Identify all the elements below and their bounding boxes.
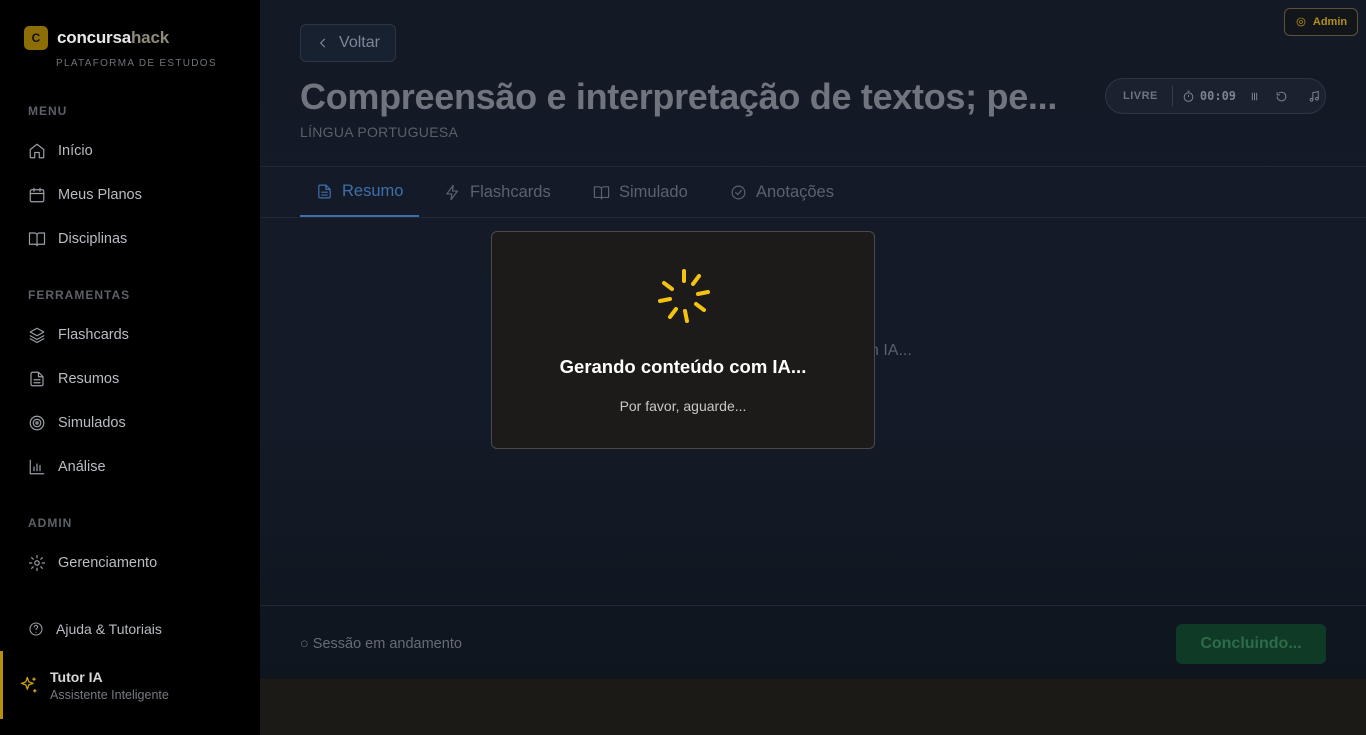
tab-simulado[interactable]: Simulado [593, 167, 688, 217]
tab-label: Flashcards [470, 182, 551, 201]
spinner-icon [658, 269, 710, 323]
sparkles-icon [20, 676, 37, 693]
pause-icon[interactable] [1248, 90, 1261, 103]
tab-anotacoes[interactable]: Anotações [730, 167, 834, 217]
subject-label: LÍNGUA PORTUGUESA [300, 124, 459, 140]
tabs-bar: Resumo Flashcards Simulado Anotações [260, 166, 1366, 218]
calendar-icon [29, 187, 45, 203]
help-circle-icon [29, 622, 43, 636]
reset-icon[interactable] [1275, 90, 1288, 103]
sidebar-item-disciplinas[interactable]: Disciplinas [28, 228, 127, 250]
conclude-button[interactable]: Concluindo... [1176, 624, 1326, 664]
sidebar-item-label: Início [58, 143, 93, 159]
sidebar-item-label: Disciplinas [58, 231, 128, 247]
book-open-icon [593, 185, 610, 199]
back-button-label: Voltar [339, 34, 380, 51]
sidebar-item-flashcards[interactable]: Flashcards [28, 324, 129, 346]
zap-icon [446, 184, 459, 200]
sidebar-item-label: Ajuda & Tutoriais [56, 621, 162, 637]
sidebar-item-help[interactable]: Ajuda & Tutoriais [28, 618, 162, 640]
sidebar-item-label: Resumos [58, 371, 120, 387]
file-text-icon [318, 184, 331, 198]
timer-mode[interactable]: LIVRE [1123, 90, 1158, 102]
sidebar-item-meus-planos[interactable]: Meus Planos [28, 184, 142, 206]
admin-button-label: Admin [1312, 16, 1348, 28]
layers-icon [29, 327, 45, 344]
brand-name-highlight: hack [131, 28, 169, 47]
brand-name: concursahack [57, 28, 169, 48]
sidebar-item-label: Meus Planos [58, 187, 142, 203]
section-title-menu: MENU [28, 104, 68, 118]
loading-modal: Gerando conteúdo com IA... Por favor, ag… [491, 231, 875, 449]
page-title: Compreensão e interpretação de textos; p… [300, 76, 1058, 117]
session-footer: ○ Sessão em andamento Concluindo... [260, 605, 1366, 679]
sidebar-item-label: Análise [58, 459, 106, 475]
admin-button[interactable]: Admin [1284, 8, 1358, 36]
sidebar-item-inicio[interactable]: Início [28, 140, 93, 162]
sidebar-item-label: Gerenciamento [58, 555, 158, 571]
target-icon [29, 415, 45, 431]
sidebar-item-label: Flashcards [58, 327, 129, 343]
tab-label: Anotações [756, 182, 834, 201]
brand[interactable]: C concursahack [24, 26, 169, 50]
brand-logo: C [24, 26, 48, 50]
modal-subtitle: Por favor, aguarde... [619, 398, 747, 414]
timer-divider [1171, 86, 1173, 106]
bar-chart-icon [29, 459, 45, 475]
modal-title: Gerando conteúdo com IA... [559, 356, 807, 377]
home-icon [29, 143, 45, 159]
sidebar-item-label: Simulados [58, 415, 126, 431]
sidebar-item-gerenciamento[interactable]: Gerenciamento [28, 552, 157, 574]
tab-resumo[interactable]: Resumo [300, 167, 420, 217]
chevron-left-icon [319, 38, 326, 48]
check-circle-icon [731, 185, 746, 199]
back-button[interactable]: Voltar [300, 24, 396, 62]
sidebar-item-analise[interactable]: Análise [28, 456, 106, 478]
sidebar-item-simulados[interactable]: Simulados [28, 412, 126, 434]
tab-label: Resumo [342, 181, 404, 200]
app-root: C concursahack PLATAFORMA DE ESTUDOS MEN… [0, 0, 1366, 735]
tutor-ia-button[interactable]: Tutor IA Assistente Inteligente [0, 651, 260, 719]
book-icon [28, 232, 46, 247]
section-title-ferramentas: FERRAMENTAS [28, 288, 131, 302]
study-timer: LIVRE 00:09 [1105, 78, 1326, 114]
stopwatch-icon [1183, 90, 1194, 102]
tab-label: Simulado [619, 182, 688, 201]
tab-flashcards[interactable]: Flashcards [444, 167, 551, 217]
gear-icon [1296, 17, 1306, 27]
background-loading-text: n IA... [870, 342, 912, 359]
tutor-title: Tutor IA [50, 669, 103, 685]
brand-subtitle: PLATAFORMA DE ESTUDOS [56, 58, 217, 69]
gear-icon [28, 554, 46, 572]
sidebar: C concursahack PLATAFORMA DE ESTUDOS MEN… [0, 0, 260, 735]
bottom-strip [260, 679, 1366, 735]
brand-name-main: concursa [57, 28, 131, 47]
sidebar-item-resumos[interactable]: Resumos [28, 368, 119, 390]
section-title-admin: ADMIN [28, 516, 73, 530]
tutor-subtitle: Assistente Inteligente [50, 688, 169, 702]
timer-value: 00:09 [1199, 89, 1237, 103]
music-icon[interactable] [1308, 90, 1321, 103]
session-status: ○ Sessão em andamento [300, 636, 462, 652]
file-text-icon [30, 371, 44, 387]
